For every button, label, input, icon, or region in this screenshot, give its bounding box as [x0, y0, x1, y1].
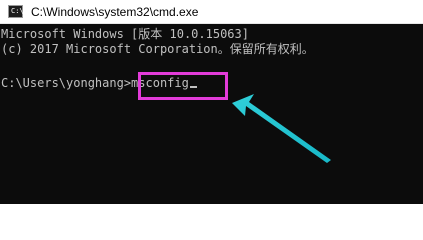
command-prompt: C:\Users\yonghang>	[1, 76, 132, 90]
console-line-copyright: (c) 2017 Microsoft Corporation。保留所有权利。	[1, 42, 314, 56]
cmd-window: C:\ C:\Windows\system32\cmd.exe Microsof…	[0, 0, 423, 204]
window-title: C:\Windows\system32\cmd.exe	[31, 5, 199, 19]
title-bar[interactable]: C:\ C:\Windows\system32\cmd.exe	[0, 0, 423, 24]
command-prompt-icon-text: C:\	[11, 7, 24, 15]
command-prompt-icon: C:\	[8, 5, 24, 18]
highlight-box	[138, 72, 228, 100]
console-line-version: Microsoft Windows [版本 10.0.15063]	[1, 27, 249, 41]
console-area[interactable]: Microsoft Windows [版本 10.0.15063] (c) 20…	[0, 24, 423, 204]
